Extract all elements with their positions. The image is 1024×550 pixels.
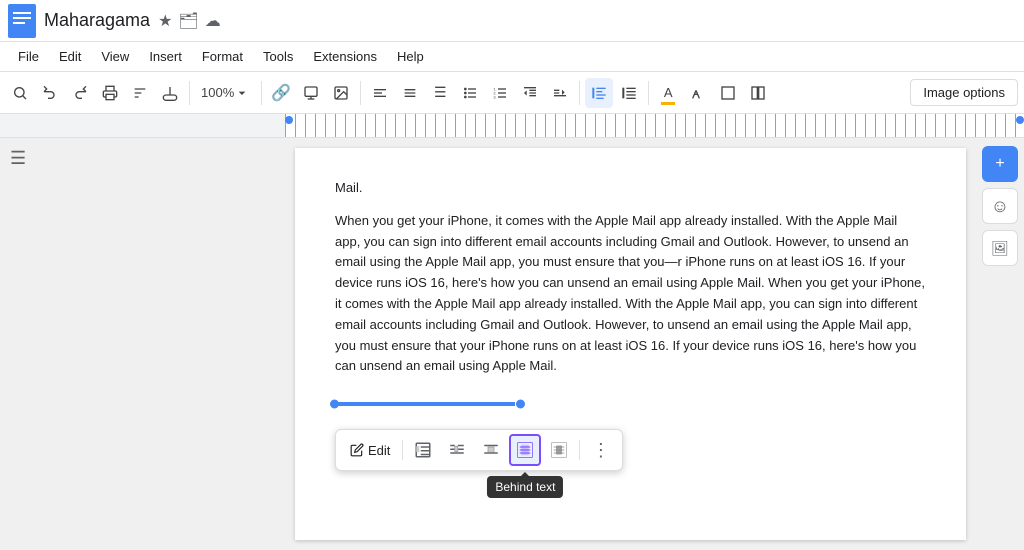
more-options-button[interactable]: ⋮ <box>584 434 616 466</box>
separator-2 <box>261 81 262 105</box>
selected-image-container <box>335 393 926 411</box>
numbered-list-button[interactable]: 1.2.3. <box>486 78 514 108</box>
separator-4 <box>579 81 580 105</box>
decrease-indent-button[interactable] <box>516 78 544 108</box>
columns-button[interactable] <box>744 78 772 108</box>
edit-label: Edit <box>368 443 390 458</box>
title-bar: Maharagama ★ 🗂 ☁ <box>0 0 1024 42</box>
menu-view[interactable]: View <box>91 45 139 68</box>
menu-format[interactable]: Format <box>192 45 253 68</box>
doc-text-1: Mail. When you get your iPhone, it comes… <box>335 178 926 377</box>
menu-bar: File Edit View Insert Format Tools Exten… <box>0 42 1024 72</box>
separator-5 <box>648 81 649 105</box>
wrap-text-button[interactable] <box>441 434 473 466</box>
ruler-marker-right[interactable] <box>1016 116 1024 124</box>
image-side-button[interactable]: 🖼 <box>982 230 1018 266</box>
checklist-button[interactable]: ☰ <box>426 78 454 108</box>
paint-format-button[interactable] <box>156 78 184 108</box>
behind-text-container: Behind text <box>509 434 541 466</box>
behind-text-button[interactable] <box>509 434 541 466</box>
folder-icon[interactable]: 🗂 <box>178 11 198 31</box>
main-layout: ☰ Mail. When you get your iPhone, it com… <box>0 138 1024 550</box>
inline-wrap-button[interactable] <box>407 434 439 466</box>
handle-left[interactable] <box>330 400 339 409</box>
doc-area: Mail. When you get your iPhone, it comes… <box>285 138 976 550</box>
doc-icon <box>8 4 36 38</box>
menu-file[interactable]: File <box>8 45 49 68</box>
comment-button[interactable] <box>297 78 325 108</box>
highlight-color-button[interactable]: A <box>654 78 682 108</box>
image-options-button[interactable]: Image options <box>910 79 1018 106</box>
doc-title[interactable]: Maharagama <box>44 10 150 31</box>
menu-help[interactable]: Help <box>387 45 434 68</box>
search-button[interactable] <box>6 78 34 108</box>
left-panel: ☰ <box>0 138 285 550</box>
text-wrap-active-button[interactable] <box>585 78 613 108</box>
divider-line <box>335 402 515 406</box>
image-button[interactable] <box>327 78 355 108</box>
separator-3 <box>360 81 361 105</box>
edit-icon <box>350 443 364 457</box>
increase-indent-button[interactable] <box>546 78 574 108</box>
outline-icon[interactable]: ☰ <box>10 148 26 168</box>
align-left-button[interactable] <box>366 78 394 108</box>
image-edit-button[interactable]: Edit <box>342 443 398 458</box>
right-panel: + ☺ 🖼 <box>976 138 1024 550</box>
link-button[interactable]: 🔗 <box>267 78 295 108</box>
img-separator-1 <box>402 440 403 460</box>
bullet-list-button[interactable] <box>456 78 484 108</box>
title-icons: ★ 🗂 ☁ <box>158 11 221 31</box>
paragraph-1: Mail. <box>335 178 926 199</box>
menu-extensions[interactable]: Extensions <box>303 45 387 68</box>
behind-text-tooltip: Behind text <box>487 476 563 498</box>
ruler-marker-left[interactable] <box>285 116 293 124</box>
emoji-icon: ☺ <box>991 196 1009 217</box>
ruler <box>0 114 1024 138</box>
emoji-button[interactable]: ☺ <box>982 188 1018 224</box>
break-text-button[interactable] <box>475 434 507 466</box>
menu-edit[interactable]: Edit <box>49 45 91 68</box>
ruler-right <box>285 114 1024 137</box>
handle-right[interactable] <box>516 400 525 409</box>
image-toolbar: Edit <box>335 429 623 471</box>
text-color-button[interactable] <box>684 78 712 108</box>
add-icon: + <box>995 155 1004 173</box>
line-spacing-button[interactable] <box>396 78 424 108</box>
toolbar: 100% 🔗 ☰ 1.2.3. A <box>0 72 1024 114</box>
in-front-text-button[interactable] <box>543 434 575 466</box>
print-button[interactable] <box>96 78 124 108</box>
spellcheck-button[interactable] <box>126 78 154 108</box>
separator-1 <box>189 81 190 105</box>
menu-tools[interactable]: Tools <box>253 45 303 68</box>
paragraph-2: When you get your iPhone, it comes with … <box>335 211 926 377</box>
star-icon[interactable]: ★ <box>158 11 172 31</box>
doc-page: Mail. When you get your iPhone, it comes… <box>295 148 966 540</box>
text-align-button[interactable] <box>615 78 643 108</box>
undo-button[interactable] <box>36 78 64 108</box>
add-button[interactable]: + <box>982 146 1018 182</box>
img-separator-2 <box>579 440 580 460</box>
cloud-icon[interactable]: ☁ <box>205 11 221 31</box>
border-button[interactable] <box>714 78 742 108</box>
svg-text:3.: 3. <box>494 94 497 99</box>
menu-insert[interactable]: Insert <box>139 45 192 68</box>
image-side-icon: 🖼 <box>991 240 1009 257</box>
redo-button[interactable] <box>66 78 94 108</box>
zoom-select[interactable]: 100% <box>195 78 256 108</box>
